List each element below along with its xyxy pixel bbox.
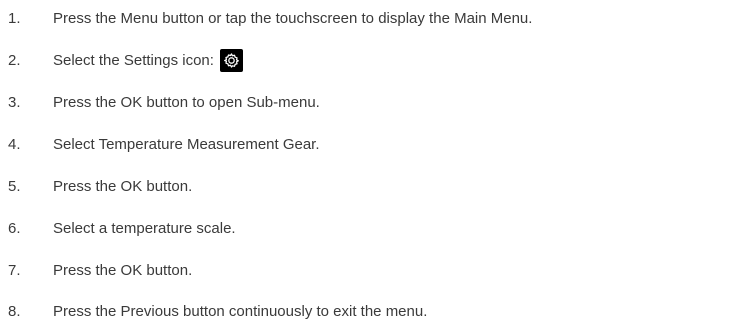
step-number: 1. — [8, 9, 21, 27]
step-text: Press the OK button to open Sub-menu. — [53, 93, 320, 111]
step-number: 2. — [8, 51, 21, 69]
step-text: Press the OK button. — [53, 177, 193, 195]
step-text: Select the Settings icon: — [53, 51, 214, 69]
step-text-with-icon: Select the Settings icon: — [53, 48, 243, 72]
step-number: 6. — [8, 219, 21, 237]
step-text: Select a temperature scale. — [53, 219, 236, 237]
step-text: Press the OK button. — [53, 261, 193, 279]
step-number: 7. — [8, 261, 21, 279]
step-text: Select Temperature Measurement Gear. — [53, 135, 320, 153]
settings-icon — [219, 48, 243, 72]
instruction-steps-list: 1. Press the Menu button or tap the touc… — [0, 0, 742, 327]
step-text: Press the Menu button or tap the touchsc… — [53, 9, 533, 27]
step-number: 3. — [8, 93, 21, 111]
step-text: Press the Previous button continuously t… — [53, 302, 428, 320]
step-number: 5. — [8, 177, 21, 195]
step-number: 8. — [8, 302, 21, 320]
step-number: 4. — [8, 135, 21, 153]
